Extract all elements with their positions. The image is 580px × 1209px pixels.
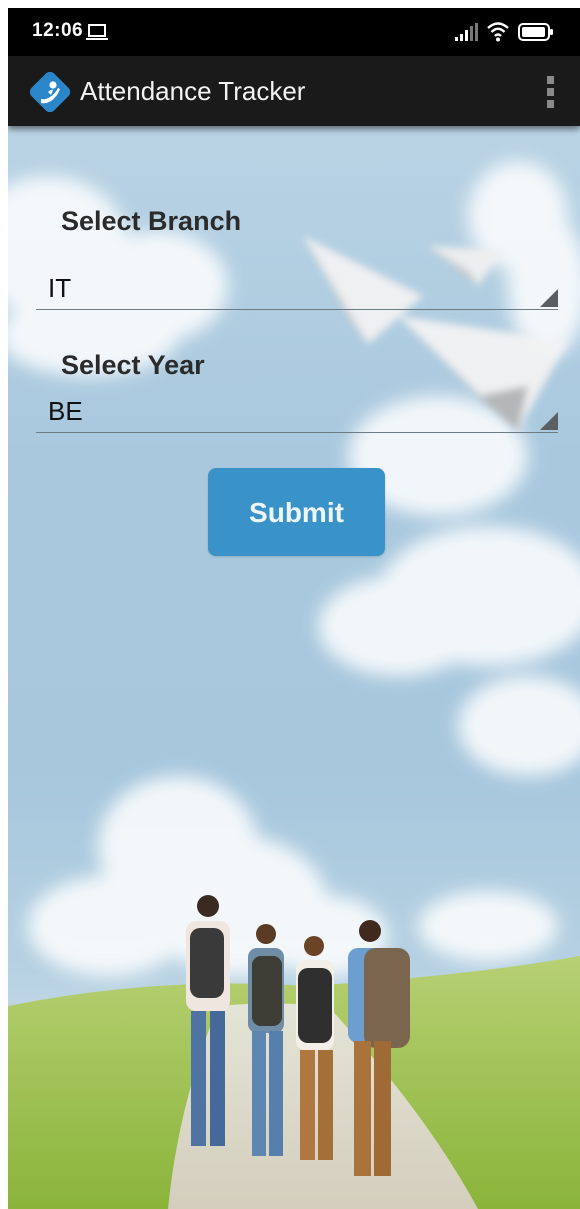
- main-content: Select Branch IT Select Year BE Submit: [8, 126, 580, 1209]
- branch-label: Select Branch: [61, 206, 242, 236]
- year-label: Select Year: [61, 350, 205, 380]
- phone-screen: 12:06 Attendance Tracker Select Branch I…: [8, 8, 580, 1209]
- branch-select[interactable]: IT: [36, 269, 558, 310]
- submit-button[interactable]: Submit: [208, 468, 385, 556]
- overflow-menu-icon[interactable]: [542, 76, 558, 110]
- battery-icon: [518, 23, 553, 41]
- year-select[interactable]: BE: [36, 392, 558, 433]
- status-time: 12:06: [32, 20, 84, 41]
- wifi-icon: [487, 22, 509, 42]
- status-bar: 12:06: [8, 8, 580, 56]
- dropdown-arrow-icon: [540, 412, 558, 430]
- laptop-icon: [86, 24, 108, 40]
- branch-selected-value: IT: [48, 273, 72, 303]
- app-title: Attendance Tracker: [80, 76, 306, 106]
- signal-icon: [455, 23, 478, 41]
- app-bar: Attendance Tracker: [8, 56, 580, 126]
- year-selected-value: BE: [48, 396, 83, 426]
- raised-hand-logo-icon: [29, 71, 71, 113]
- dropdown-arrow-icon: [540, 289, 558, 307]
